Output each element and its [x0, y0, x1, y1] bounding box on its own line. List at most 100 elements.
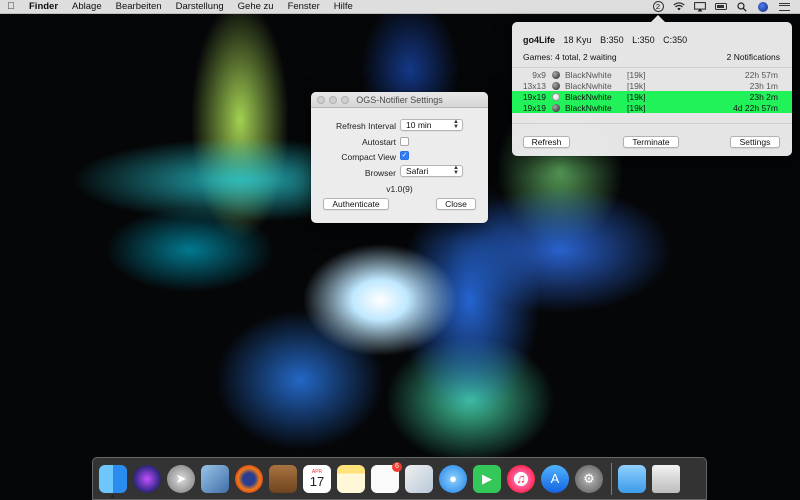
settings-window: OGS-Notifier Settings Refresh Interval 1…: [311, 92, 488, 223]
opponent-rank: [19k]: [627, 91, 646, 102]
stat-b: B:350: [600, 35, 624, 45]
black-stone-icon: [552, 103, 560, 112]
app-store-icon[interactable]: A: [541, 464, 569, 493]
menu-ablage[interactable]: Ablage: [65, 1, 109, 12]
close-button[interactable]: Close: [436, 198, 476, 210]
game-board-size: 9x9: [532, 69, 546, 80]
settings-button[interactable]: Settings: [730, 136, 780, 148]
time-remaining: 23h 2m: [749, 91, 778, 102]
game-board-size: 19x19: [522, 102, 546, 113]
game-board-size: 13x13: [522, 80, 546, 91]
dock-separator: [611, 462, 612, 495]
system-preferences-gear-icon[interactable]: ⚙: [575, 464, 603, 493]
opponent-rank: [19k]: [627, 69, 646, 80]
notes-icon[interactable]: [337, 464, 365, 493]
game-board-size: 19x19: [522, 91, 546, 102]
refresh-interval-select[interactable]: 10 min ▲ ▼: [400, 119, 463, 131]
opponent-name: BlackNwhite: [565, 80, 612, 91]
wifi-icon[interactable]: [673, 2, 685, 12]
downloads-folder-icon[interactable]: [618, 464, 646, 493]
menu-gehe-zu[interactable]: Gehe zu: [231, 1, 281, 12]
refresh-interval-value: 10 min: [406, 120, 432, 130]
account-summary: go4Life 18 Kyu B:350 L:350 C:350: [523, 35, 693, 45]
stat-c: C:350: [663, 35, 688, 45]
opponent-rank: [19k]: [627, 80, 646, 91]
finder-icon[interactable]: [99, 464, 127, 498]
black-stone-icon: [552, 70, 560, 79]
launchpad-rocket-icon[interactable]: ➤: [167, 464, 195, 493]
zoom-window-icon[interactable]: [341, 96, 349, 104]
siri-icon[interactable]: [757, 1, 769, 12]
opponent-name: BlackNwhite: [565, 69, 612, 80]
game-row-waiting[interactable]: 19x19 BlackNwhite [19k] 4d 22h 57m: [512, 102, 792, 113]
battery-icon[interactable]: [715, 2, 727, 12]
autostart-checkbox[interactable]: [400, 137, 409, 146]
opponent-name: BlackNwhite: [565, 102, 612, 113]
time-remaining: 4d 22h 57m: [733, 102, 778, 113]
user-rank: 18 Kyu: [563, 35, 592, 45]
reminders-badge: 6: [392, 461, 402, 472]
games-summary: Games: 4 total, 2 waiting: [523, 52, 617, 62]
calendar-icon[interactable]: APR 17: [303, 464, 331, 493]
time-remaining: 22h 57m: [744, 69, 778, 80]
menu-fenster[interactable]: Fenster: [281, 1, 327, 12]
stepper-chevron-icon: ▲ ▼: [453, 165, 459, 176]
username: go4Life: [523, 35, 556, 45]
notifications-count: 2 Notifications: [726, 52, 780, 62]
calendar-day: 17: [309, 473, 325, 489]
games-list: 9x9 BlackNwhite [19k] 22h 57m 13x13 Blac…: [512, 67, 792, 113]
stat-l: L:350: [632, 35, 655, 45]
menu-darstellung[interactable]: Darstellung: [169, 1, 231, 12]
game-row[interactable]: 9x9 BlackNwhite [19k] 22h 57m: [512, 69, 792, 80]
compact-view-checkbox[interactable]: ✓: [400, 151, 409, 160]
itunes-icon[interactable]: ♫: [507, 464, 535, 493]
browser-select[interactable]: Safari ▲ ▼: [400, 165, 463, 177]
white-stone-icon: [552, 92, 560, 101]
menu-bearbeiten[interactable]: Bearbeiten: [109, 1, 169, 12]
authenticate-button[interactable]: Authenticate: [323, 198, 389, 210]
window-controls: [317, 96, 349, 104]
divider: [512, 123, 792, 124]
stepper-chevron-icon: ▲ ▼: [453, 119, 459, 130]
firefox-icon[interactable]: [235, 464, 263, 493]
refresh-interval-label: Refresh Interval: [336, 121, 396, 131]
opponent-rank: [19k]: [627, 102, 646, 113]
apple-icon[interactable]: : [0, 1, 22, 12]
terminate-button[interactable]: Terminate: [623, 136, 679, 148]
window-title: OGS-Notifier Settings: [356, 95, 443, 105]
dock: ➤ APR 17 6 ● ▶ ♫ A ⚙: [92, 457, 707, 500]
version-label: v1.0(9): [386, 184, 413, 194]
browser-value: Safari: [406, 166, 429, 176]
refresh-button[interactable]: Refresh: [523, 136, 570, 148]
status-area: 2: [652, 1, 800, 12]
contacts-icon[interactable]: [269, 464, 297, 493]
menu-finder[interactable]: Finder: [22, 1, 65, 12]
facetime-icon[interactable]: ▶: [473, 464, 501, 493]
running-indicator: [111, 494, 114, 498]
photo-booth-icon[interactable]: [405, 464, 433, 493]
minimize-window-icon[interactable]: [329, 96, 337, 104]
game-row-waiting[interactable]: 19x19 BlackNwhite [19k] 23h 2m: [512, 91, 792, 102]
ogs-notifier-popover: go4Life 18 Kyu B:350 L:350 C:350 Games: …: [512, 15, 792, 156]
opponent-name: BlackNwhite: [565, 91, 612, 102]
compact-view-label: Compact View: [341, 152, 396, 162]
trash-icon[interactable]: [652, 464, 680, 493]
browser-label: Browser: [364, 168, 396, 178]
messages-icon[interactable]: ●: [439, 464, 467, 493]
siri-icon[interactable]: [133, 464, 161, 493]
close-window-icon[interactable]: [317, 96, 325, 104]
preview-icon[interactable]: [201, 464, 229, 493]
notification-center-icon[interactable]: [778, 2, 790, 12]
black-stone-icon: [552, 81, 560, 90]
menu-hilfe[interactable]: Hilfe: [327, 1, 360, 12]
menu-bar:  Finder Ablage Bearbeiten Darstellung G…: [0, 0, 800, 14]
ogs-notifier-status-icon[interactable]: 2: [652, 1, 664, 12]
spotlight-search-icon[interactable]: [736, 1, 748, 12]
settings-window-titlebar[interactable]: OGS-Notifier Settings: [311, 92, 488, 108]
autostart-label: Autostart: [361, 137, 396, 147]
reminders-icon[interactable]: 6: [371, 461, 402, 493]
airplay-icon[interactable]: [694, 1, 706, 12]
game-row[interactable]: 13x13 BlackNwhite [19k] 23h 1m: [512, 80, 792, 91]
ogs-status-count: 2: [652, 1, 664, 12]
time-remaining: 23h 1m: [749, 80, 778, 91]
